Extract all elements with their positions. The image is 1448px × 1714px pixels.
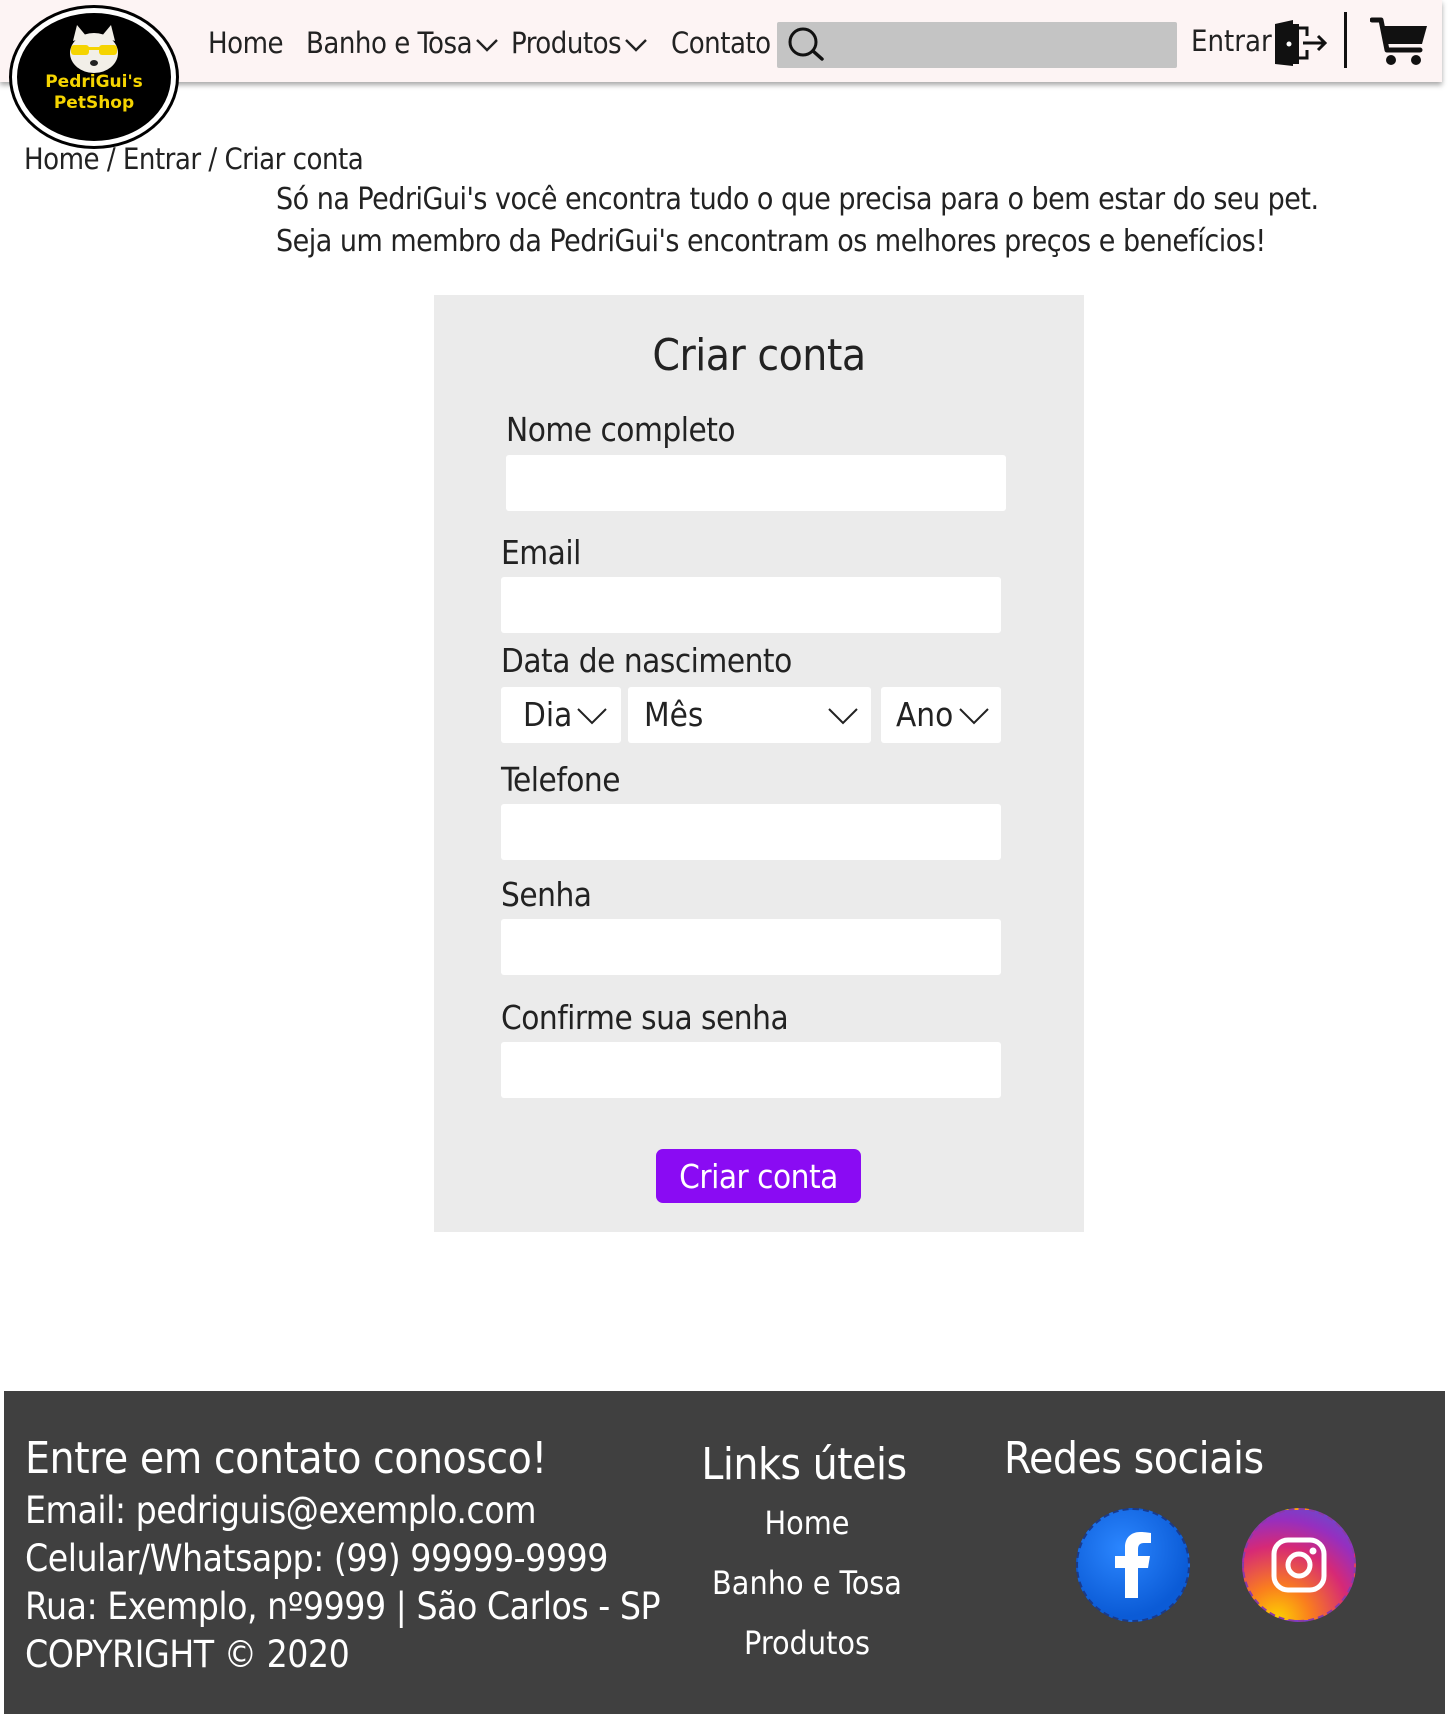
footer-contact-title: Entre em contato conosco! [25,1433,547,1484]
birth-date-label: Data de nascimento [501,641,792,680]
logo-text-line1: PedriGui's [45,72,143,92]
footer-copyright: COPYRIGHT © 2020 [25,1633,350,1676]
full-name-input[interactable] [506,455,1006,511]
footer: Entre em contato conosco! Email: pedrigu… [4,1391,1445,1714]
nav-banho-e-tosa[interactable]: Banho e Tosa [306,26,498,60]
confirm-password-input[interactable] [501,1042,1001,1098]
phone-label: Telefone [501,760,621,799]
instagram-icon[interactable] [1242,1508,1356,1622]
brand-logo[interactable]: PedriGui's PetShop [12,8,176,146]
birth-month-select[interactable]: Mês [628,687,871,743]
dog-with-sunglasses-icon [70,25,118,73]
top-navbar: Home Banho e Tosa Produtos Contato Entra… [0,0,1442,82]
create-account-button[interactable]: Criar conta [656,1149,861,1203]
intro-line-1: Só na PedriGui's você encontra tudo o qu… [276,182,1319,217]
birth-day-select[interactable]: Dia [501,687,621,743]
footer-link-home[interactable]: Home [644,1504,970,1542]
intro-line-2: Seja um membro da PedriGui's encontram o… [276,224,1266,259]
door-exit-icon[interactable] [1273,18,1329,68]
chevron-down-icon [476,39,498,52]
footer-email: Email: pedriguis@exemplo.com [25,1489,537,1532]
logo-text-line2: PetShop [53,93,135,113]
footer-phone: Celular/Whatsapp: (99) 99999-9999 [25,1537,608,1580]
email-input[interactable] [501,577,1001,633]
nav-banho-e-tosa-label: Banho e Tosa [306,26,473,60]
facebook-f-glyph [1115,1532,1151,1598]
footer-social-title: Redes sociais [1004,1433,1264,1484]
instagram-camera-glyph [1271,1537,1327,1593]
footer-link-banho-e-tosa[interactable]: Banho e Tosa [644,1564,970,1602]
chevron-down-icon [577,708,607,725]
confirm-password-label: Confirme sua senha [501,998,789,1037]
chevron-down-icon [828,708,858,725]
birth-month-value: Mês [644,695,704,734]
password-label: Senha [501,875,592,914]
birth-day-value: Dia [523,695,573,734]
login-link[interactable]: Entrar [1191,24,1272,58]
email-label: Email [501,533,581,572]
form-title: Criar conta [652,330,866,381]
birth-year-select[interactable]: Ano [881,687,1001,743]
nav-produtos[interactable]: Produtos [511,26,648,60]
chevron-down-icon [625,39,648,52]
birth-year-value: Ano [896,695,954,734]
footer-links-title: Links úteis [701,1439,907,1490]
nav-contato[interactable]: Contato [671,26,771,60]
nav-home[interactable]: Home [208,26,284,60]
facebook-icon[interactable] [1076,1508,1190,1622]
chevron-down-icon [959,708,989,725]
footer-address: Rua: Exemplo, nº9999 | São Carlos - SP [25,1585,661,1628]
full-name-label: Nome completo [506,410,736,449]
password-input[interactable] [501,919,1001,975]
search-input[interactable] [777,22,1177,68]
phone-input[interactable] [501,804,1001,860]
nav-produtos-label: Produtos [511,26,622,60]
search-icon[interactable] [787,26,825,62]
header-divider [1344,12,1347,68]
breadcrumb[interactable]: Home / Entrar / Criar conta [24,142,364,176]
footer-link-produtos[interactable]: Produtos [644,1624,970,1662]
cart-icon[interactable] [1370,16,1430,68]
